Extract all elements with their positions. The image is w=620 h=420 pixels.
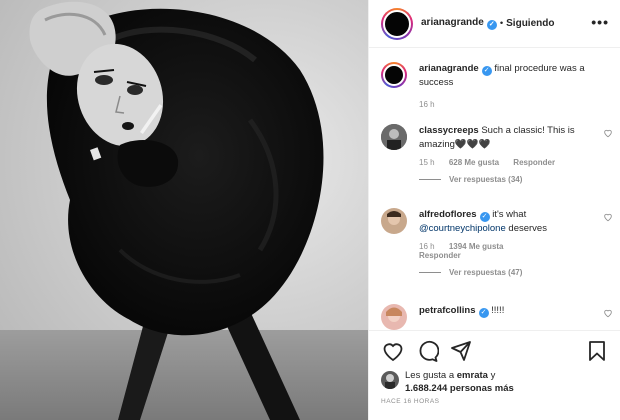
reply-button[interactable]: Responder — [513, 158, 555, 167]
verified-badge-icon: ✓ — [479, 212, 490, 222]
likes-prefix: Les gusta a — [405, 370, 455, 381]
comment-avatar[interactable] — [381, 208, 407, 234]
comment-item: petrafcollins ✓ !!!!! — [381, 304, 613, 330]
heart-icon[interactable] — [381, 339, 405, 363]
caption: arianagrande ✓ final procedure was a succ… — [381, 62, 613, 109]
following-button[interactable]: Siguiendo — [506, 18, 554, 29]
liker-username[interactable]: emrata — [457, 370, 488, 381]
verified-badge-icon: ✓ — [481, 66, 492, 76]
comment-username[interactable]: classycreeps — [419, 125, 479, 136]
post-header: arianagrande ✓ • Siguiendo ••• — [369, 0, 620, 48]
caption-username[interactable]: arianagrande — [419, 63, 479, 74]
comment-text: it's what — [492, 209, 527, 220]
comment-item: alfredoflores ✓ it's what @courtneychipol… — [381, 208, 613, 277]
photo-illustration — [0, 1, 368, 420]
view-replies-button[interactable]: Ver respuestas (34) — [419, 175, 613, 184]
comments-list[interactable]: arianagrande ✓ final procedure was a succ… — [369, 48, 620, 330]
post-photo[interactable] — [0, 0, 368, 420]
likes-count-link[interactable]: 1.688.244 personas más — [405, 383, 514, 394]
like-comment-heart-icon[interactable] — [603, 128, 613, 138]
comment-text: !!!!! — [491, 305, 505, 316]
caption-time[interactable]: 16 h — [419, 100, 435, 109]
comment-mention-link[interactable]: @courtneychipolone — [419, 223, 506, 234]
author-username[interactable]: arianagrande ✓ — [421, 17, 497, 30]
more-options-icon[interactable]: ••• — [591, 14, 609, 30]
comment-username[interactable]: alfredoflores — [419, 209, 477, 220]
post-actions: Les gusta a emrata y 1.688.244 personas … — [369, 330, 620, 420]
like-comment-heart-icon[interactable] — [603, 308, 613, 318]
like-comment-heart-icon[interactable] — [603, 212, 613, 222]
comment-avatar[interactable] — [381, 304, 407, 330]
comment-time[interactable]: 16 h — [419, 242, 435, 251]
comment-icon[interactable] — [415, 339, 440, 363]
author-avatar[interactable] — [381, 7, 413, 40]
verified-badge-icon: ✓ — [486, 20, 497, 30]
share-icon[interactable] — [449, 339, 473, 363]
bookmark-icon[interactable] — [585, 339, 609, 363]
comment-text: deserves — [508, 223, 547, 234]
view-replies-button[interactable]: Ver respuestas (47) — [419, 268, 613, 277]
post-side-panel: arianagrande ✓ • Siguiendo ••• arianagran… — [368, 0, 620, 420]
caption-avatar[interactable] — [381, 62, 407, 88]
comment-avatar[interactable] — [381, 124, 407, 150]
post-timestamp[interactable]: HACE 16 HORAS — [381, 398, 440, 405]
comment-likes[interactable]: 628 Me gusta — [449, 158, 499, 167]
header-separator: • — [499, 18, 504, 29]
liker-avatar[interactable] — [381, 371, 399, 389]
comment-likes[interactable]: 1394 Me gusta — [449, 242, 504, 251]
likes-joiner: y — [490, 370, 496, 381]
likes-summary: Les gusta a emrata y 1.688.244 personas … — [381, 369, 514, 395]
verified-badge-icon: ✓ — [478, 308, 489, 318]
comment-time[interactable]: 15 h — [419, 158, 435, 167]
reply-button[interactable]: Responder — [419, 251, 461, 260]
comment-item: classycreeps Such a classic! This is ama… — [381, 124, 613, 184]
comment-username[interactable]: petrafcollins — [419, 305, 476, 316]
